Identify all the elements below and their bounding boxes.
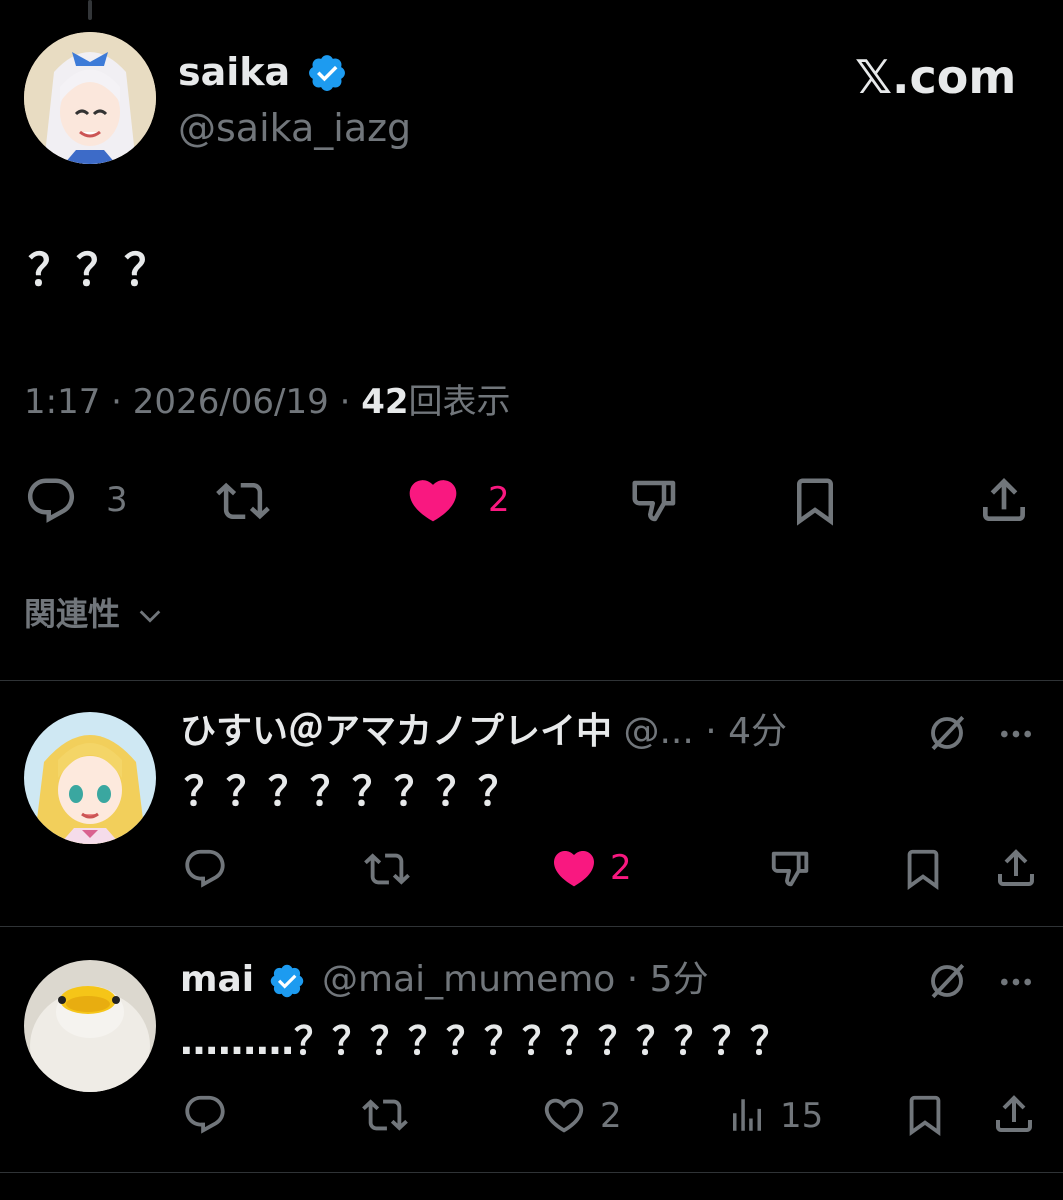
reply-time[interactable]: · 5分 bbox=[627, 959, 709, 1000]
brand-watermark: 𝕏.com bbox=[855, 50, 1017, 104]
reply-time[interactable]: · 4分 bbox=[705, 711, 787, 752]
bookmark-button[interactable] bbox=[900, 846, 946, 892]
reply-button[interactable] bbox=[24, 474, 78, 528]
like-count: 2 bbox=[488, 480, 510, 520]
divider bbox=[0, 926, 1063, 927]
reply-text: ？？？？？？？？ bbox=[184, 769, 520, 815]
reply-author-handle[interactable]: @... bbox=[623, 711, 693, 752]
divider bbox=[0, 680, 1063, 681]
reply-author-name[interactable]: ひすい＠アマカノプレイ中 bbox=[180, 711, 612, 752]
thread-connector bbox=[88, 0, 92, 20]
like-count: 2 bbox=[600, 1096, 622, 1136]
reply-avatar[interactable] bbox=[24, 712, 156, 844]
more-options-icon[interactable] bbox=[996, 962, 1036, 1002]
reply-author-handle[interactable]: @mai_mumemo bbox=[322, 959, 615, 1000]
reply-button[interactable] bbox=[182, 846, 228, 892]
sort-dropdown[interactable]: 関連性 bbox=[24, 592, 120, 636]
reply-meta: @mai_mumemo · 5分 bbox=[322, 956, 709, 1004]
repost-icon[interactable] bbox=[360, 1092, 410, 1138]
verified-badge-icon bbox=[306, 52, 348, 94]
verified-badge-icon bbox=[268, 962, 306, 1000]
more-options-icon[interactable] bbox=[996, 714, 1036, 754]
reply-button[interactable] bbox=[182, 1092, 228, 1138]
share-button[interactable] bbox=[990, 1090, 1038, 1138]
post-text: ？？？ bbox=[28, 245, 172, 296]
meta-separator: · bbox=[339, 382, 351, 422]
dislike-icon[interactable] bbox=[628, 474, 682, 528]
avatar[interactable] bbox=[24, 32, 156, 164]
reply-author-name[interactable]: mai bbox=[180, 959, 254, 1000]
grok-icon[interactable] bbox=[926, 960, 968, 1002]
views-count: 42 bbox=[361, 382, 409, 422]
share-button[interactable] bbox=[976, 472, 1032, 528]
grok-icon[interactable] bbox=[926, 712, 968, 754]
like-button[interactable] bbox=[550, 844, 598, 892]
divider bbox=[0, 1172, 1063, 1173]
views-count: 15 bbox=[780, 1096, 824, 1136]
author-handle[interactable]: @saika_iazg bbox=[178, 104, 411, 152]
repost-icon[interactable] bbox=[214, 474, 272, 528]
views-icon[interactable] bbox=[726, 1094, 768, 1136]
reply-header: ひすい＠アマカノプレイ中 @... · 4分 bbox=[180, 708, 787, 756]
bookmark-button[interactable] bbox=[788, 474, 842, 528]
like-button[interactable] bbox=[540, 1092, 588, 1138]
reply-avatar[interactable] bbox=[24, 960, 156, 1092]
meta-separator: · bbox=[111, 382, 122, 422]
chevron-down-icon[interactable] bbox=[136, 602, 164, 630]
like-button[interactable] bbox=[404, 472, 462, 528]
like-count: 2 bbox=[610, 848, 632, 888]
author-display-name[interactable]: saika bbox=[178, 50, 290, 94]
reply-text: ………？？？？？？？？？？？？？ bbox=[180, 1019, 789, 1063]
post-date[interactable]: 2026/06/19 bbox=[133, 382, 329, 422]
share-button[interactable] bbox=[992, 844, 1040, 892]
post-time[interactable]: 1:17 bbox=[24, 382, 100, 422]
reply-header: mai bbox=[180, 956, 254, 1004]
repost-icon[interactable] bbox=[362, 846, 412, 892]
bookmark-button[interactable] bbox=[902, 1092, 948, 1138]
author-name[interactable]: saika bbox=[178, 48, 290, 96]
sort-label: 関連性 bbox=[24, 595, 121, 633]
reply-count: 3 bbox=[106, 480, 128, 520]
views-label: 回表示 bbox=[408, 382, 511, 422]
post-meta: 1:17 · 2026/06/19 · 42回表示 bbox=[24, 378, 511, 426]
dislike-icon[interactable] bbox=[768, 846, 814, 892]
